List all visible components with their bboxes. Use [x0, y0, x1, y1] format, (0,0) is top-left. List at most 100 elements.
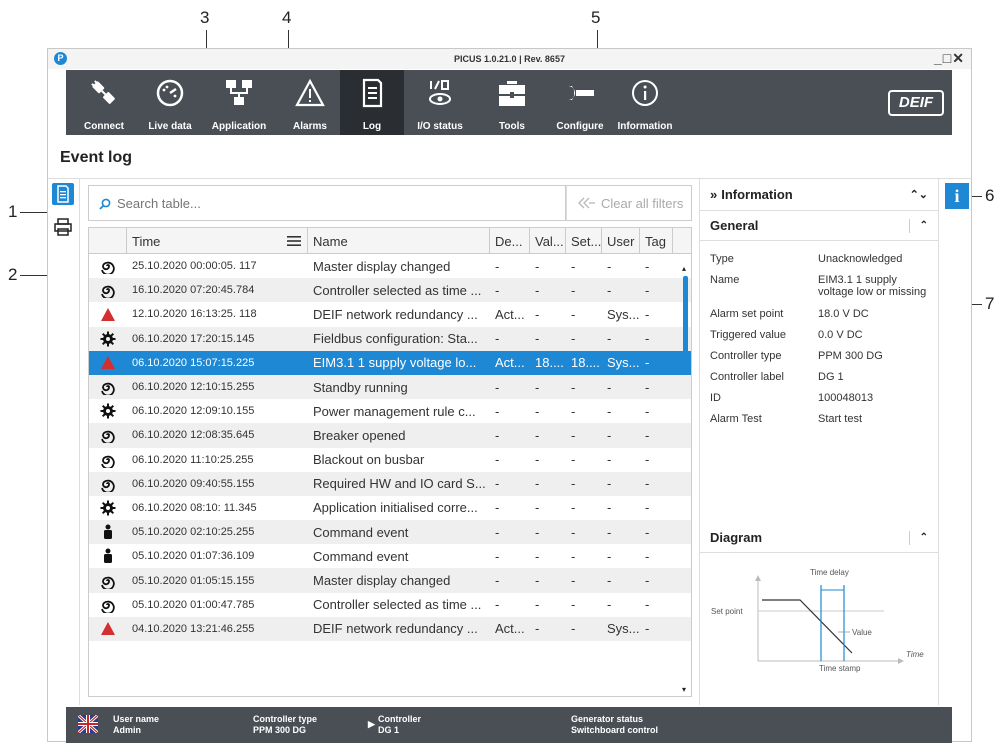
- cell-val: -: [535, 331, 540, 347]
- col-time-label: Time: [132, 233, 161, 249]
- app-window: P PICUS 1.0.21.0 | Rev. 8657 _□✕ Connect…: [47, 48, 972, 743]
- table-row[interactable]: 06.10.2020 08:10: 11.345 Application init…: [89, 496, 691, 520]
- window-controls[interactable]: _□✕: [934, 50, 965, 67]
- alarm-event-icon: [89, 621, 127, 636]
- cell-tag: -: [645, 355, 650, 371]
- table-row[interactable]: 06.10.2020 09:40:55.155 Required HW and I…: [89, 471, 691, 496]
- toolbar-information[interactable]: Information: [612, 70, 678, 135]
- status-controller[interactable]: ▶ Controller DG 1: [368, 714, 421, 736]
- callout-5: 5: [591, 8, 601, 27]
- sidebar-event-log-button[interactable]: [52, 183, 74, 205]
- table-row[interactable]: 25.10.2020 00:00:05. 117 Master display c…: [89, 254, 691, 278]
- col-tag[interactable]: Tag: [640, 228, 673, 254]
- uk-flag-icon[interactable]: [76, 713, 100, 735]
- window-title: PICUS 1.0.21.0 | Rev. 8657: [454, 54, 565, 64]
- toolbar-io-status[interactable]: I/O status: [404, 70, 476, 135]
- cell-set: -: [571, 548, 576, 564]
- table-row[interactable]: 06.10.2020 12:08:35.645 Breaker opened - - -…: [89, 423, 691, 448]
- table-row[interactable]: 05.10.2020 02:10:25.255 Command event - - - -…: [89, 520, 691, 545]
- event-table: Time Name De... Val... Set... User Tag 2…: [88, 227, 692, 697]
- table-row[interactable]: 06.10.2020 17:20:15.145 Fieldbus configur…: [89, 326, 691, 351]
- gear-event-icon: [89, 500, 127, 516]
- expand-chevrons-icon[interactable]: »: [710, 187, 717, 202]
- col-name[interactable]: Name: [308, 228, 490, 254]
- wrench-icon: [562, 76, 598, 110]
- toolbar-io-status-label: I/O status: [417, 121, 463, 132]
- callout-6: 6: [985, 186, 995, 205]
- toolbar-application[interactable]: Application: [198, 70, 280, 135]
- document-icon: [354, 76, 390, 110]
- table-row[interactable]: 05.10.2020 01:05:15.155 Master display ch…: [89, 568, 691, 593]
- spiral-event-icon: [89, 282, 127, 299]
- info-panel-toggle-button[interactable]: i: [945, 183, 969, 209]
- diagram-collapse-icon[interactable]: ⌃: [920, 532, 928, 543]
- warning-icon: [292, 76, 328, 110]
- scroll-up-icon[interactable]: ▴: [682, 264, 686, 273]
- cell-de: Act...: [495, 621, 525, 637]
- scroll-down-icon[interactable]: ▾: [682, 685, 686, 694]
- deif-logo: DEIF: [888, 90, 944, 116]
- cell-user: Sys...: [607, 306, 640, 322]
- status-user-label: User name: [113, 714, 160, 724]
- table-row[interactable]: 06.10.2020 12:09:10.155 Power management …: [89, 399, 691, 423]
- cell-user: -: [607, 476, 612, 492]
- set-point-label: Set point: [711, 607, 743, 616]
- toolbar-connect[interactable]: Connect: [66, 70, 142, 135]
- toolbar-application-label: Application: [211, 121, 267, 132]
- toolbar-log-label: Log: [362, 121, 382, 132]
- cell-val: -: [535, 306, 540, 322]
- cell-time: 05.10.2020 01:00:47.785: [132, 598, 255, 611]
- column-menu-icon[interactable]: [287, 235, 301, 247]
- info-field: Controller label DG 1: [700, 371, 938, 383]
- cell-tag: -: [645, 306, 650, 322]
- toolbar-tools[interactable]: Tools: [476, 70, 548, 135]
- toolbar-live-data[interactable]: Live data: [142, 70, 198, 135]
- sidebar-print-button[interactable]: [53, 217, 73, 237]
- cell-name: Master display changed: [313, 573, 451, 589]
- cell-name: Fieldbus configuration: Sta...: [313, 331, 478, 347]
- toolbar-tools-label: Tools: [499, 121, 525, 132]
- cell-val: -: [535, 500, 540, 516]
- info-field-key: ID: [710, 392, 721, 404]
- table-scrollbar[interactable]: ▴ ▾: [682, 264, 688, 694]
- cell-time: 05.10.2020 01:07:36.109: [132, 550, 255, 563]
- cell-tag: -: [645, 452, 650, 468]
- toolbar-alarms[interactable]: Alarms: [280, 70, 340, 135]
- col-user[interactable]: User: [602, 228, 640, 254]
- clear-filters-button[interactable]: Clear all filters: [566, 185, 692, 221]
- status-generator-label: Generator status: [571, 714, 644, 724]
- cell-tag: -: [645, 597, 650, 613]
- cell-user: -: [607, 427, 612, 443]
- table-row[interactable]: 05.10.2020 01:07:36.109 Command event - - - -…: [89, 544, 691, 568]
- search-box[interactable]: [88, 185, 566, 221]
- table-row[interactable]: 06.10.2020 12:10:15.255 Standby running - -…: [89, 374, 691, 400]
- cell-name: Application initialised corre...: [313, 500, 478, 516]
- table-row[interactable]: 12.10.2020 16:13:25. 118 DEIF network red…: [89, 302, 691, 326]
- collapse-all-icon[interactable]: ⌃⌄: [910, 188, 928, 201]
- col-time[interactable]: Time: [127, 228, 308, 254]
- cell-set: -: [571, 476, 576, 492]
- status-bar: User name Admin Controller type PPM 300 …: [66, 707, 952, 743]
- scroll-thumb[interactable]: [683, 276, 688, 368]
- time-delay-label: Time delay: [810, 568, 849, 577]
- cell-time: 06.10.2020 12:09:10.155: [132, 405, 255, 418]
- table-row[interactable]: 05.10.2020 01:00:47.785 Controller select…: [89, 593, 691, 617]
- table-row[interactable]: 04.10.2020 13:21:46.255 DEIF network redu…: [89, 616, 691, 641]
- info-field-key: Controller label: [710, 371, 784, 383]
- general-collapse-icon[interactable]: ⌃: [920, 220, 928, 231]
- toolbar-log[interactable]: Log: [340, 70, 404, 135]
- general-section-header[interactable]: General ⌃: [700, 211, 938, 241]
- cell-tag: -: [645, 258, 650, 274]
- spiral-event-icon: [89, 452, 127, 468]
- table-row[interactable]: 16.10.2020 07:20:45.784 Controller select…: [89, 278, 691, 303]
- toolbar-configure[interactable]: Configure: [548, 70, 612, 135]
- table-row[interactable]: 06.10.2020 15:07:15.225 EIM3.1 1 supply v…: [89, 350, 691, 375]
- table-row[interactable]: 06.10.2020 11:10:25.255 Blackout on busba…: [89, 448, 691, 472]
- search-input[interactable]: [111, 188, 541, 218]
- col-setpoint[interactable]: Set...: [566, 228, 602, 254]
- col-description[interactable]: De...: [490, 228, 530, 254]
- col-value-label: Val...: [535, 233, 564, 249]
- diagram-section-header[interactable]: Diagram ⌃: [700, 523, 938, 553]
- col-value[interactable]: Val...: [530, 228, 566, 254]
- info-field[interactable]: Alarm Test Start test: [700, 413, 938, 425]
